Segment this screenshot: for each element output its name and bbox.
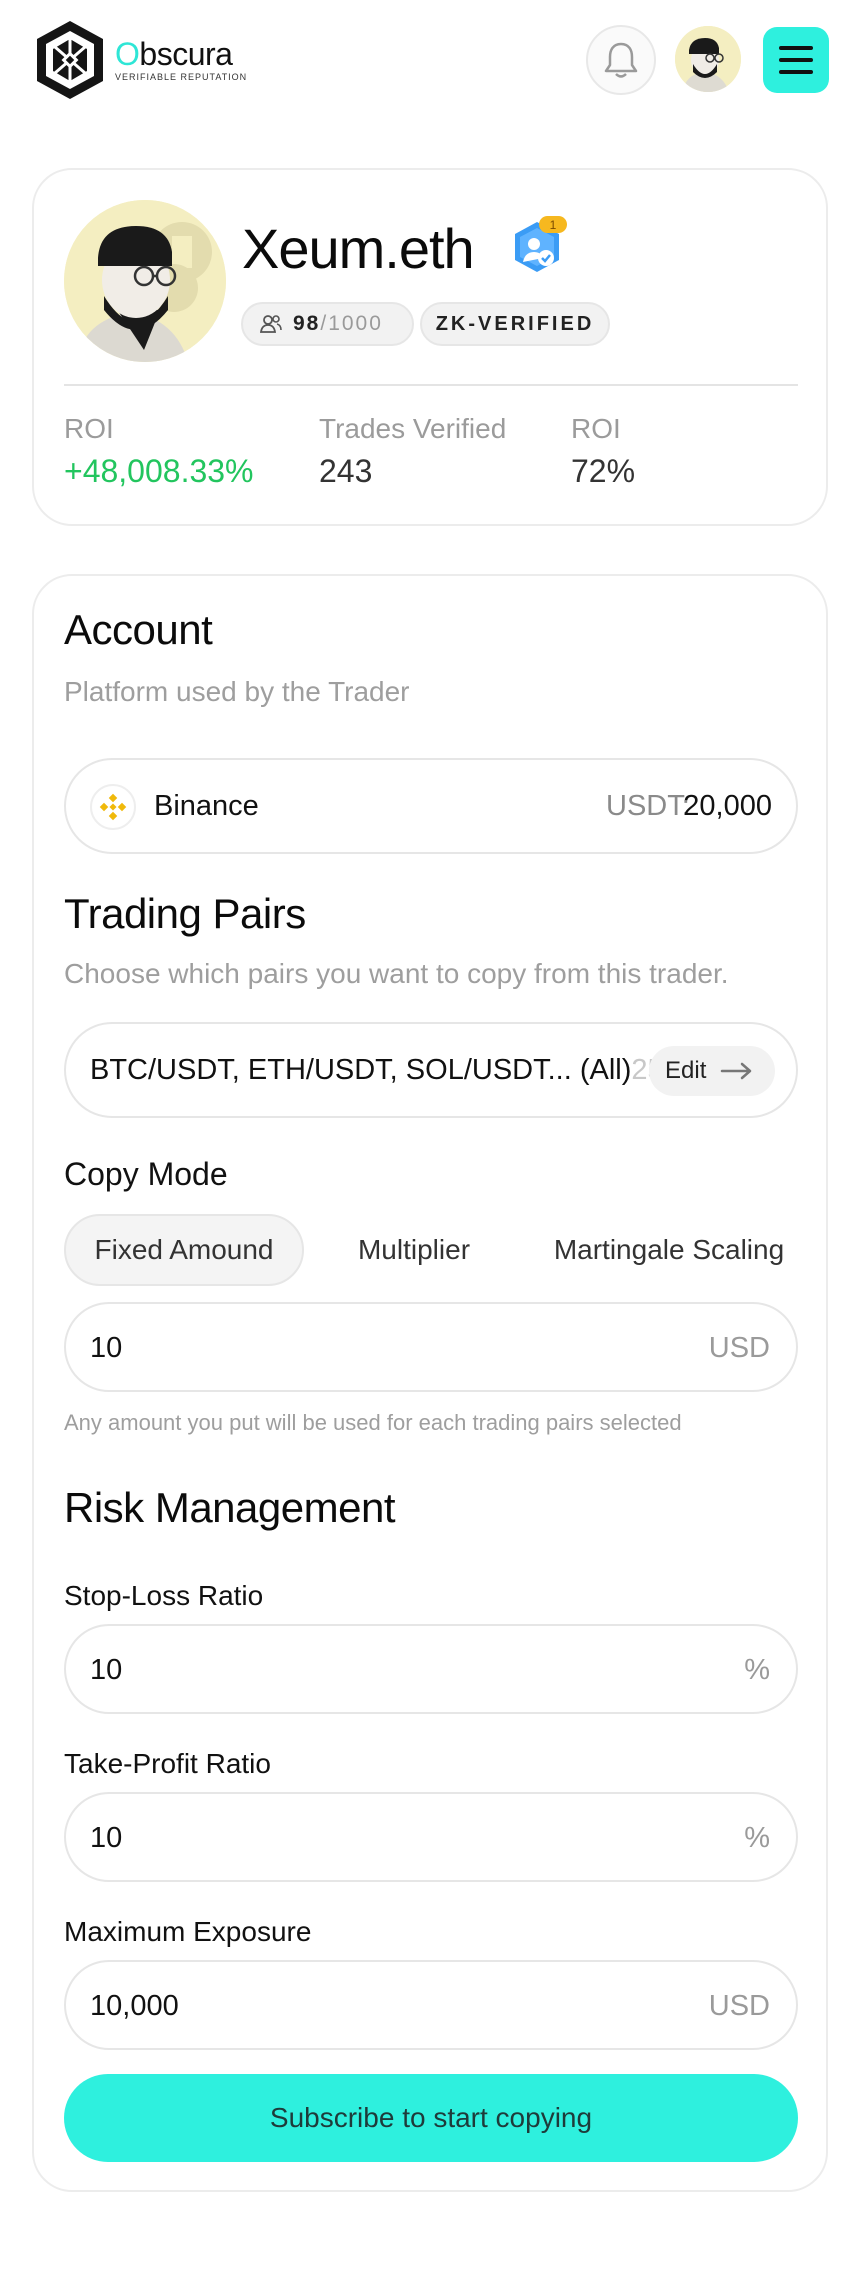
stop-loss-unit: %	[744, 1654, 770, 1686]
brand-name: Obscura	[115, 36, 233, 72]
binance-icon	[90, 784, 136, 830]
max-exposure-value: 10,000	[90, 1990, 179, 2022]
followers-total: /1000	[320, 312, 383, 335]
trading-pairs-field[interactable]: BTC/USDT, ETH/USDT, SOL/USDT... (All)25 …	[64, 1022, 798, 1118]
arrow-right-icon	[721, 1062, 752, 1080]
stop-loss-value: 10	[90, 1654, 123, 1686]
amount-helper-text: Any amount you put will be used for each…	[64, 1410, 682, 1435]
edit-pairs-button[interactable]: Edit	[649, 1046, 775, 1096]
balance-value: 20,000	[683, 790, 772, 822]
trading-pairs-title: Trading Pairs	[64, 890, 306, 937]
subscribe-button[interactable]: Subscribe to start copying	[64, 2074, 798, 2162]
divider	[64, 384, 798, 386]
stat-trades-verified: Trades Verified 243	[319, 413, 507, 489]
amount-unit: USD	[708, 1332, 770, 1364]
take-profit-input[interactable]: 10 %	[64, 1792, 798, 1882]
exchange-field[interactable]: Binance USDT: 20,000	[64, 758, 798, 854]
copy-mode-title: Copy Mode	[64, 1156, 228, 1192]
amount-value: 10	[90, 1332, 123, 1364]
brand-tagline: VERIFIABLE REPUTATION	[115, 72, 248, 82]
notifications-button[interactable]	[586, 25, 656, 95]
user-avatar[interactable]	[675, 26, 741, 92]
risk-management-title: Risk Management	[64, 1484, 395, 1531]
account-subtitle: Platform used by the Trader	[64, 676, 410, 707]
brand-logo[interactable]: Obscura VERIFIABLE REPUTATION	[33, 19, 247, 101]
logo-icon	[37, 21, 103, 99]
trading-pairs-subtitle: Choose which pairs you want to copy from…	[64, 958, 729, 989]
bell-icon	[604, 42, 638, 78]
badge-count: 1	[550, 218, 557, 232]
zk-verified-badge: ZK-VERIFIED	[420, 302, 610, 346]
balance-label: USDT:	[606, 790, 690, 822]
top-bar: Obscura VERIFIABLE REPUTATION	[0, 0, 860, 120]
menu-icon	[779, 46, 813, 50]
followers-pill: 98/1000	[241, 302, 414, 346]
trader-name: Xeum.eth	[242, 217, 475, 280]
trader-avatar	[64, 200, 226, 362]
account-title: Account	[64, 606, 213, 653]
tab-multiplier[interactable]: Multiplier	[324, 1214, 504, 1286]
stat-roi: ROI 72%	[571, 413, 636, 489]
max-exposure-unit: USD	[708, 1990, 770, 2022]
take-profit-unit: %	[744, 1822, 770, 1854]
tab-fixed-amount[interactable]: Fixed Amound	[64, 1214, 304, 1286]
max-exposure-input[interactable]: 10,000 USD	[64, 1960, 798, 2050]
trading-pairs-value: BTC/USDT, ETH/USDT, SOL/USDT... (All)25	[90, 1054, 655, 1087]
trader-profile-card: Xeum.eth 1 98/1000 ZK-VERIFIED ROI +48,0…	[32, 168, 828, 526]
copy-settings-card: Account Platform used by the Trader Bina…	[32, 574, 828, 2192]
users-icon	[259, 315, 282, 333]
stop-loss-label: Stop-Loss Ratio	[64, 1580, 264, 1611]
stop-loss-input[interactable]: 10 %	[64, 1624, 798, 1714]
take-profit-label: Take-Profit Ratio	[64, 1748, 271, 1779]
max-exposure-label: Maximum Exposure	[64, 1916, 312, 1947]
take-profit-value: 10	[90, 1822, 123, 1854]
amount-input[interactable]: 10 USD	[64, 1302, 798, 1392]
exchange-name: Binance	[154, 790, 259, 822]
tab-martingale-scaling[interactable]: Martingale Scaling	[534, 1214, 804, 1286]
stat-roi-total: ROI +48,008.33%	[64, 413, 254, 489]
followers-count: 98	[293, 312, 321, 335]
verified-badge-icon[interactable]: 1	[509, 214, 571, 278]
menu-button[interactable]	[763, 27, 829, 93]
avatar-icon	[675, 26, 741, 92]
